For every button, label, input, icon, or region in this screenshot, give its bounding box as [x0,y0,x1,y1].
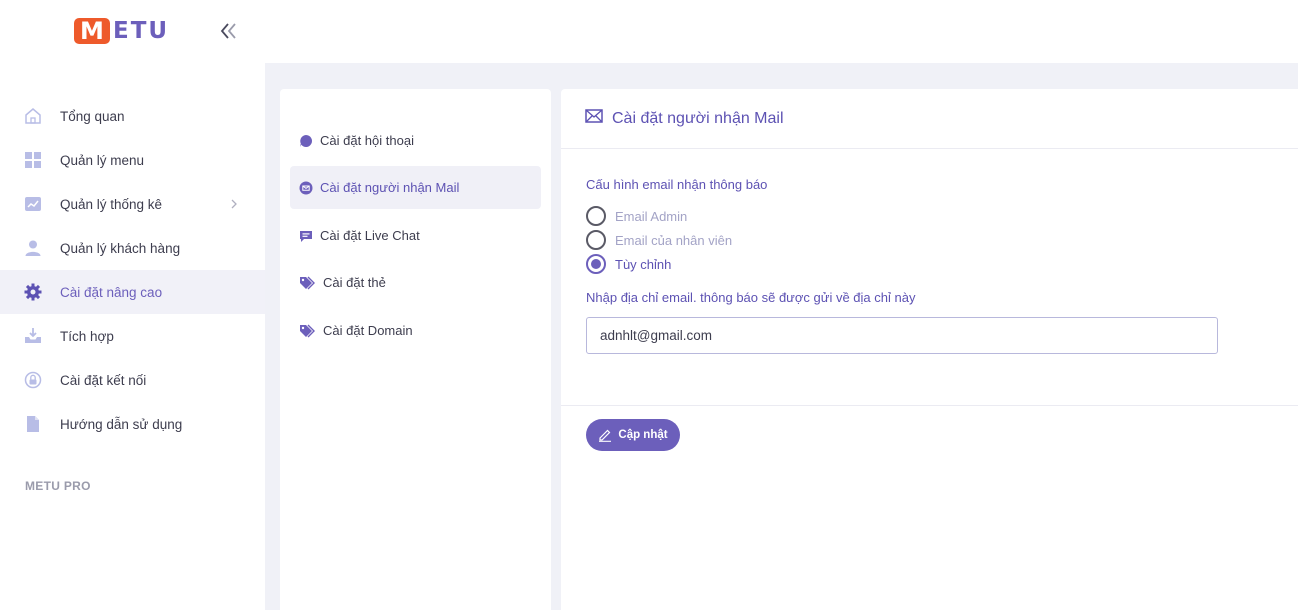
divider [561,405,1298,406]
email-input[interactable] [586,317,1218,354]
download-tray-icon [24,327,42,345]
sidebar-item-cai-dat-nang-cao[interactable]: Cài đặt nâng cao [0,270,265,314]
comment-icon [298,228,314,244]
radio-button[interactable] [586,230,606,250]
envelope-icon [585,109,603,128]
subnav-item-nguoi-nhan-mail[interactable]: Cài đặt người nhận Mail [290,166,541,209]
subnav-item-domain[interactable]: Cài đặt Domain [290,309,541,352]
mail-settings-panel: Cài đặt người nhận Mail Cấu hình email n… [561,89,1298,610]
radio-label: Email Admin [615,208,688,224]
top-header [265,0,1298,63]
radio-email-nhan-vien[interactable]: Email của nhân viên [586,230,732,250]
logo-mark: M [74,18,110,44]
sidebar-item-cai-dat-ket-noi[interactable]: Cài đặt kết nối [0,358,265,402]
collapse-sidebar-icon[interactable] [218,20,240,42]
mail-circle-icon [298,180,314,196]
radio-label: Email của nhân viên [615,232,733,248]
sidebar-item-tich-hop[interactable]: Tích hợp [0,314,265,358]
home-icon [24,107,42,125]
sidebar-item-label: Cài đặt nâng cao [60,284,163,300]
sidebar-item-quan-ly-khach-hang[interactable]: Quản lý khách hàng [0,226,265,270]
sidebar-item-label: Cài đặt kết nối [60,372,147,388]
chat-bubble-icon [298,133,314,149]
tag-icon [298,323,317,339]
subnav-item-label: Cài đặt thẻ [323,275,386,290]
sidebar-item-quan-ly-thong-ke[interactable]: Quản lý thống kê [0,182,265,226]
subnav-item-live-chat[interactable]: Cài đặt Live Chat [290,214,541,257]
sidebar-item-label: Hướng dẫn sử dụng [60,416,183,432]
sidebar-item-label: Quản lý thống kê [60,196,163,212]
sidebar-menu: Tổng quan Quản lý menu Quản lý thống kê … [0,94,265,446]
edit-icon [598,428,612,442]
sidebar-item-label: Tích hợp [60,328,114,344]
update-button[interactable]: Cập nhật [586,419,680,451]
subnav-item-the[interactable]: Cài đặt thẻ [290,261,541,304]
sidebar: M ETU Tổng quan Quản lý menu Quản lý thố… [0,0,265,610]
radio-tuy-chinh[interactable]: Tùy chỉnh [586,254,671,274]
radio-button[interactable] [586,206,606,226]
document-icon [24,415,42,433]
update-button-label: Cập nhật [618,429,668,441]
subnav-item-label: Cài đặt người nhận Mail [320,180,460,195]
radio-email-admin[interactable]: Email Admin [586,206,687,226]
sidebar-item-label: Quản lý menu [60,152,145,168]
user-icon [24,239,42,257]
gear-icon [24,283,42,301]
chevron-right-icon [229,197,239,211]
tag-icon [298,275,317,291]
grid-icon [24,151,42,169]
logo[interactable]: M ETU [74,18,169,44]
section-label-metu-pro: METU PRO [25,479,91,493]
settings-subnav: Cài đặt hội thoại Cài đặt người nhận Mai… [280,89,551,610]
subnav-item-label: Cài đặt Live Chat [320,228,420,243]
panel-header: Cài đặt người nhận Mail [561,89,1298,149]
panel-title: Cài đặt người nhận Mail [612,109,784,127]
subnav-item-hoi-thoai[interactable]: Cài đặt hội thoại [290,119,541,162]
subnav-item-label: Cài đặt Domain [323,323,413,338]
sidebar-item-huong-dan-su-dung[interactable]: Hướng dẫn sử dụng [0,402,265,446]
sidebar-item-label: Quản lý khách hàng [60,240,181,256]
email-label: Nhập địa chỉ email. thông báo sẽ được gử… [586,290,916,305]
subnav-item-label: Cài đặt hội thoại [320,133,414,148]
lock-circle-icon [24,371,42,389]
sidebar-item-quan-ly-menu[interactable]: Quản lý menu [0,138,265,182]
radio-label: Tùy chỉnh [615,256,672,272]
config-label: Cấu hình email nhận thông báo [586,177,768,192]
sidebar-item-tong-quan[interactable]: Tổng quan [0,94,265,138]
sidebar-item-label: Tổng quan [60,108,125,124]
logo-text: ETU [113,18,170,44]
chart-icon [24,195,42,213]
radio-button[interactable] [586,254,606,274]
